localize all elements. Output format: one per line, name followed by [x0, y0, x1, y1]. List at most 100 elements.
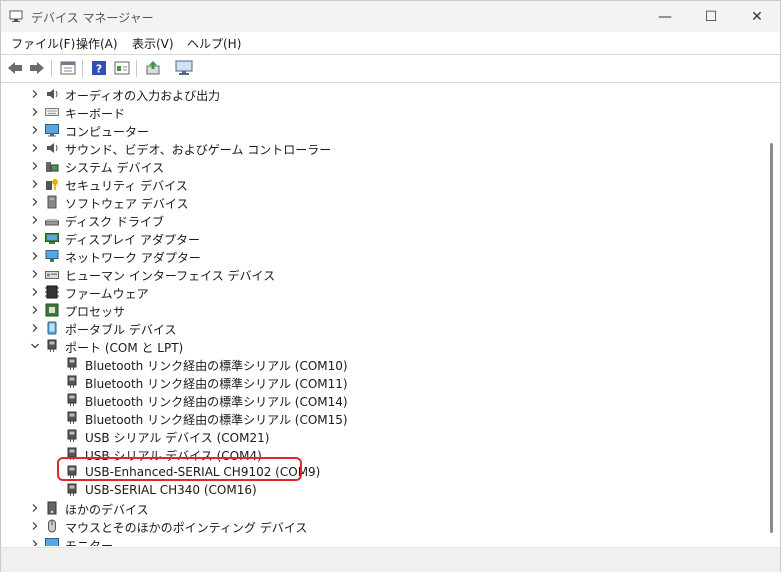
- chevron-right-icon[interactable]: [29, 106, 41, 118]
- keyboard-icon: [45, 108, 59, 116]
- tree-category-item[interactable]: ディスク ドライブ: [5, 211, 755, 229]
- scrollbar-thumb[interactable]: [770, 143, 773, 533]
- status-bar: [1, 547, 780, 572]
- port-icon: [47, 339, 57, 352]
- tree-item-label: プロセッサ: [65, 305, 126, 319]
- chevron-right-icon[interactable]: [29, 232, 41, 244]
- title-bar[interactable]: デバイス マネージャー — ☐ ✕: [1, 1, 780, 32]
- tree-item-label: ソフトウェア デバイス: [65, 197, 189, 211]
- tree-child-item[interactable]: USB シリアル デバイス (COM21): [5, 427, 755, 445]
- tree-category-item[interactable]: コンピューター: [5, 121, 755, 139]
- tree-child-item[interactable]: Bluetooth リンク経由の標準シリアル (COM14): [5, 391, 755, 409]
- maximize-icon: ☐: [704, 8, 718, 25]
- monitor-icon: [45, 538, 59, 546]
- tree-category-item[interactable]: マウスとそのほかのポインティング デバイス: [5, 517, 755, 535]
- chevron-right-icon[interactable]: [29, 286, 41, 298]
- maximize-button[interactable]: ☐: [688, 1, 734, 32]
- highlight-annotation: [57, 457, 302, 481]
- tree-item-label: ネットワーク アダプター: [65, 251, 201, 265]
- tree-item-label: ディスク ドライブ: [65, 215, 164, 229]
- tree-category-item[interactable]: サウンド、ビデオ、およびゲーム コントローラー: [5, 139, 755, 157]
- tree-category-item[interactable]: ポート (COM と LPT): [5, 337, 755, 355]
- tree-category-item[interactable]: オーディオの入力および出力: [5, 85, 755, 103]
- chevron-right-icon[interactable]: [29, 304, 41, 316]
- chevron-right-icon[interactable]: [29, 160, 41, 172]
- port-icon: [67, 375, 77, 388]
- tree-category-item[interactable]: ヒューマン インターフェイス デバイス: [5, 265, 755, 283]
- update-driver-button[interactable]: [144, 59, 162, 77]
- network-adapter-icon: [45, 250, 59, 262]
- forward-button[interactable]: [28, 59, 46, 77]
- menu-file[interactable]: ファイル(F): [11, 35, 75, 52]
- monitor-scan-icon: [175, 60, 193, 75]
- menu-bar: ファイル(F) 操作(A) 表示(V) ヘルプ(H): [1, 32, 780, 54]
- vertical-scrollbar[interactable]: [765, 83, 779, 546]
- tree-category-item[interactable]: ほかのデバイス: [5, 499, 755, 517]
- system-device-icon: [46, 162, 59, 172]
- tree-category-item[interactable]: ネットワーク アダプター: [5, 247, 755, 265]
- tree-category-item[interactable]: システム デバイス: [5, 157, 755, 175]
- device-manager-window: デバイス マネージャー — ☐ ✕ ファイル(F) 操作(A) 表示(V) ヘル…: [0, 0, 781, 572]
- chevron-right-icon[interactable]: [29, 142, 41, 154]
- tree-item-label: Bluetooth リンク経由の標準シリアル (COM14): [85, 395, 348, 409]
- chevron-right-icon[interactable]: [29, 268, 41, 280]
- tree-category-item[interactable]: モニター: [5, 535, 755, 546]
- chevron-right-icon[interactable]: [29, 520, 41, 532]
- menu-help[interactable]: ヘルプ(H): [187, 35, 241, 52]
- minimize-button[interactable]: —: [642, 1, 688, 32]
- chevron-down-icon[interactable]: [29, 340, 41, 352]
- properties-icon: [60, 61, 76, 75]
- port-icon: [67, 483, 77, 496]
- back-arrow-icon: [8, 62, 22, 74]
- tree-item-label: Bluetooth リンク経由の標準シリアル (COM15): [85, 413, 348, 427]
- tree-category-item[interactable]: ソフトウェア デバイス: [5, 193, 755, 211]
- tree-item-label: ポータブル デバイス: [65, 323, 177, 337]
- tree-child-item[interactable]: Bluetooth リンク経由の標準シリアル (COM11): [5, 373, 755, 391]
- scan-hardware-button[interactable]: [175, 59, 193, 77]
- tree-category-item[interactable]: プロセッサ: [5, 301, 755, 319]
- speaker-icon: [47, 143, 58, 153]
- tree-item-label: ヒューマン インターフェイス デバイス: [65, 269, 276, 283]
- processor-icon: [45, 303, 59, 317]
- tree-item-label: ディスプレイ アダプター: [65, 233, 200, 247]
- port-icon: [67, 429, 77, 442]
- tree-category-item[interactable]: ディスプレイ アダプター: [5, 229, 755, 247]
- software-device-icon: [47, 195, 57, 209]
- back-button[interactable]: [6, 59, 24, 77]
- chevron-right-icon[interactable]: [29, 250, 41, 262]
- properties-button[interactable]: [59, 59, 77, 77]
- tree-category-item[interactable]: ファームウェア: [5, 283, 755, 301]
- tree-item-label: マウスとそのほかのポインティング デバイス: [65, 521, 308, 535]
- tree-child-item[interactable]: Bluetooth リンク経由の標準シリアル (COM15): [5, 409, 755, 427]
- chevron-right-icon[interactable]: [29, 502, 41, 514]
- chevron-right-icon[interactable]: [29, 178, 41, 190]
- chevron-right-icon[interactable]: [29, 214, 41, 226]
- portable-device-icon: [47, 321, 57, 335]
- close-button[interactable]: ✕: [734, 1, 780, 32]
- tree-child-item[interactable]: USB-SERIAL CH340 (COM16): [5, 481, 755, 499]
- tree-item-label: USB シリアル デバイス (COM21): [85, 431, 270, 445]
- tree-category-item[interactable]: セキュリティ デバイス: [5, 175, 755, 193]
- view-button[interactable]: [113, 59, 131, 77]
- chevron-right-icon[interactable]: [29, 88, 41, 100]
- device-manager-icon: [9, 10, 23, 22]
- tree-category-item[interactable]: キーボード: [5, 103, 755, 121]
- toolbar-separator: [82, 60, 83, 77]
- tree-child-item[interactable]: Bluetooth リンク経由の標準シリアル (COM10): [5, 355, 755, 373]
- tree-category-item[interactable]: ポータブル デバイス: [5, 319, 755, 337]
- firmware-icon: [45, 285, 59, 299]
- tree-item-label: サウンド、ビデオ、およびゲーム コントローラー: [65, 143, 332, 157]
- view-icon: [114, 61, 130, 75]
- chevron-right-icon[interactable]: [29, 196, 41, 208]
- chevron-right-icon[interactable]: [29, 538, 41, 546]
- help-button[interactable]: ?: [90, 59, 108, 77]
- chevron-right-icon[interactable]: [29, 124, 41, 136]
- display-adapter-icon: [45, 233, 59, 244]
- toolbar-separator: [51, 60, 52, 77]
- mouse-icon: [48, 519, 56, 533]
- tree-item-label: セキュリティ デバイス: [65, 179, 188, 193]
- speaker-icon: [47, 89, 58, 99]
- menu-view[interactable]: 表示(V): [132, 35, 174, 52]
- chevron-right-icon[interactable]: [29, 322, 41, 334]
- menu-action[interactable]: 操作(A): [76, 35, 118, 52]
